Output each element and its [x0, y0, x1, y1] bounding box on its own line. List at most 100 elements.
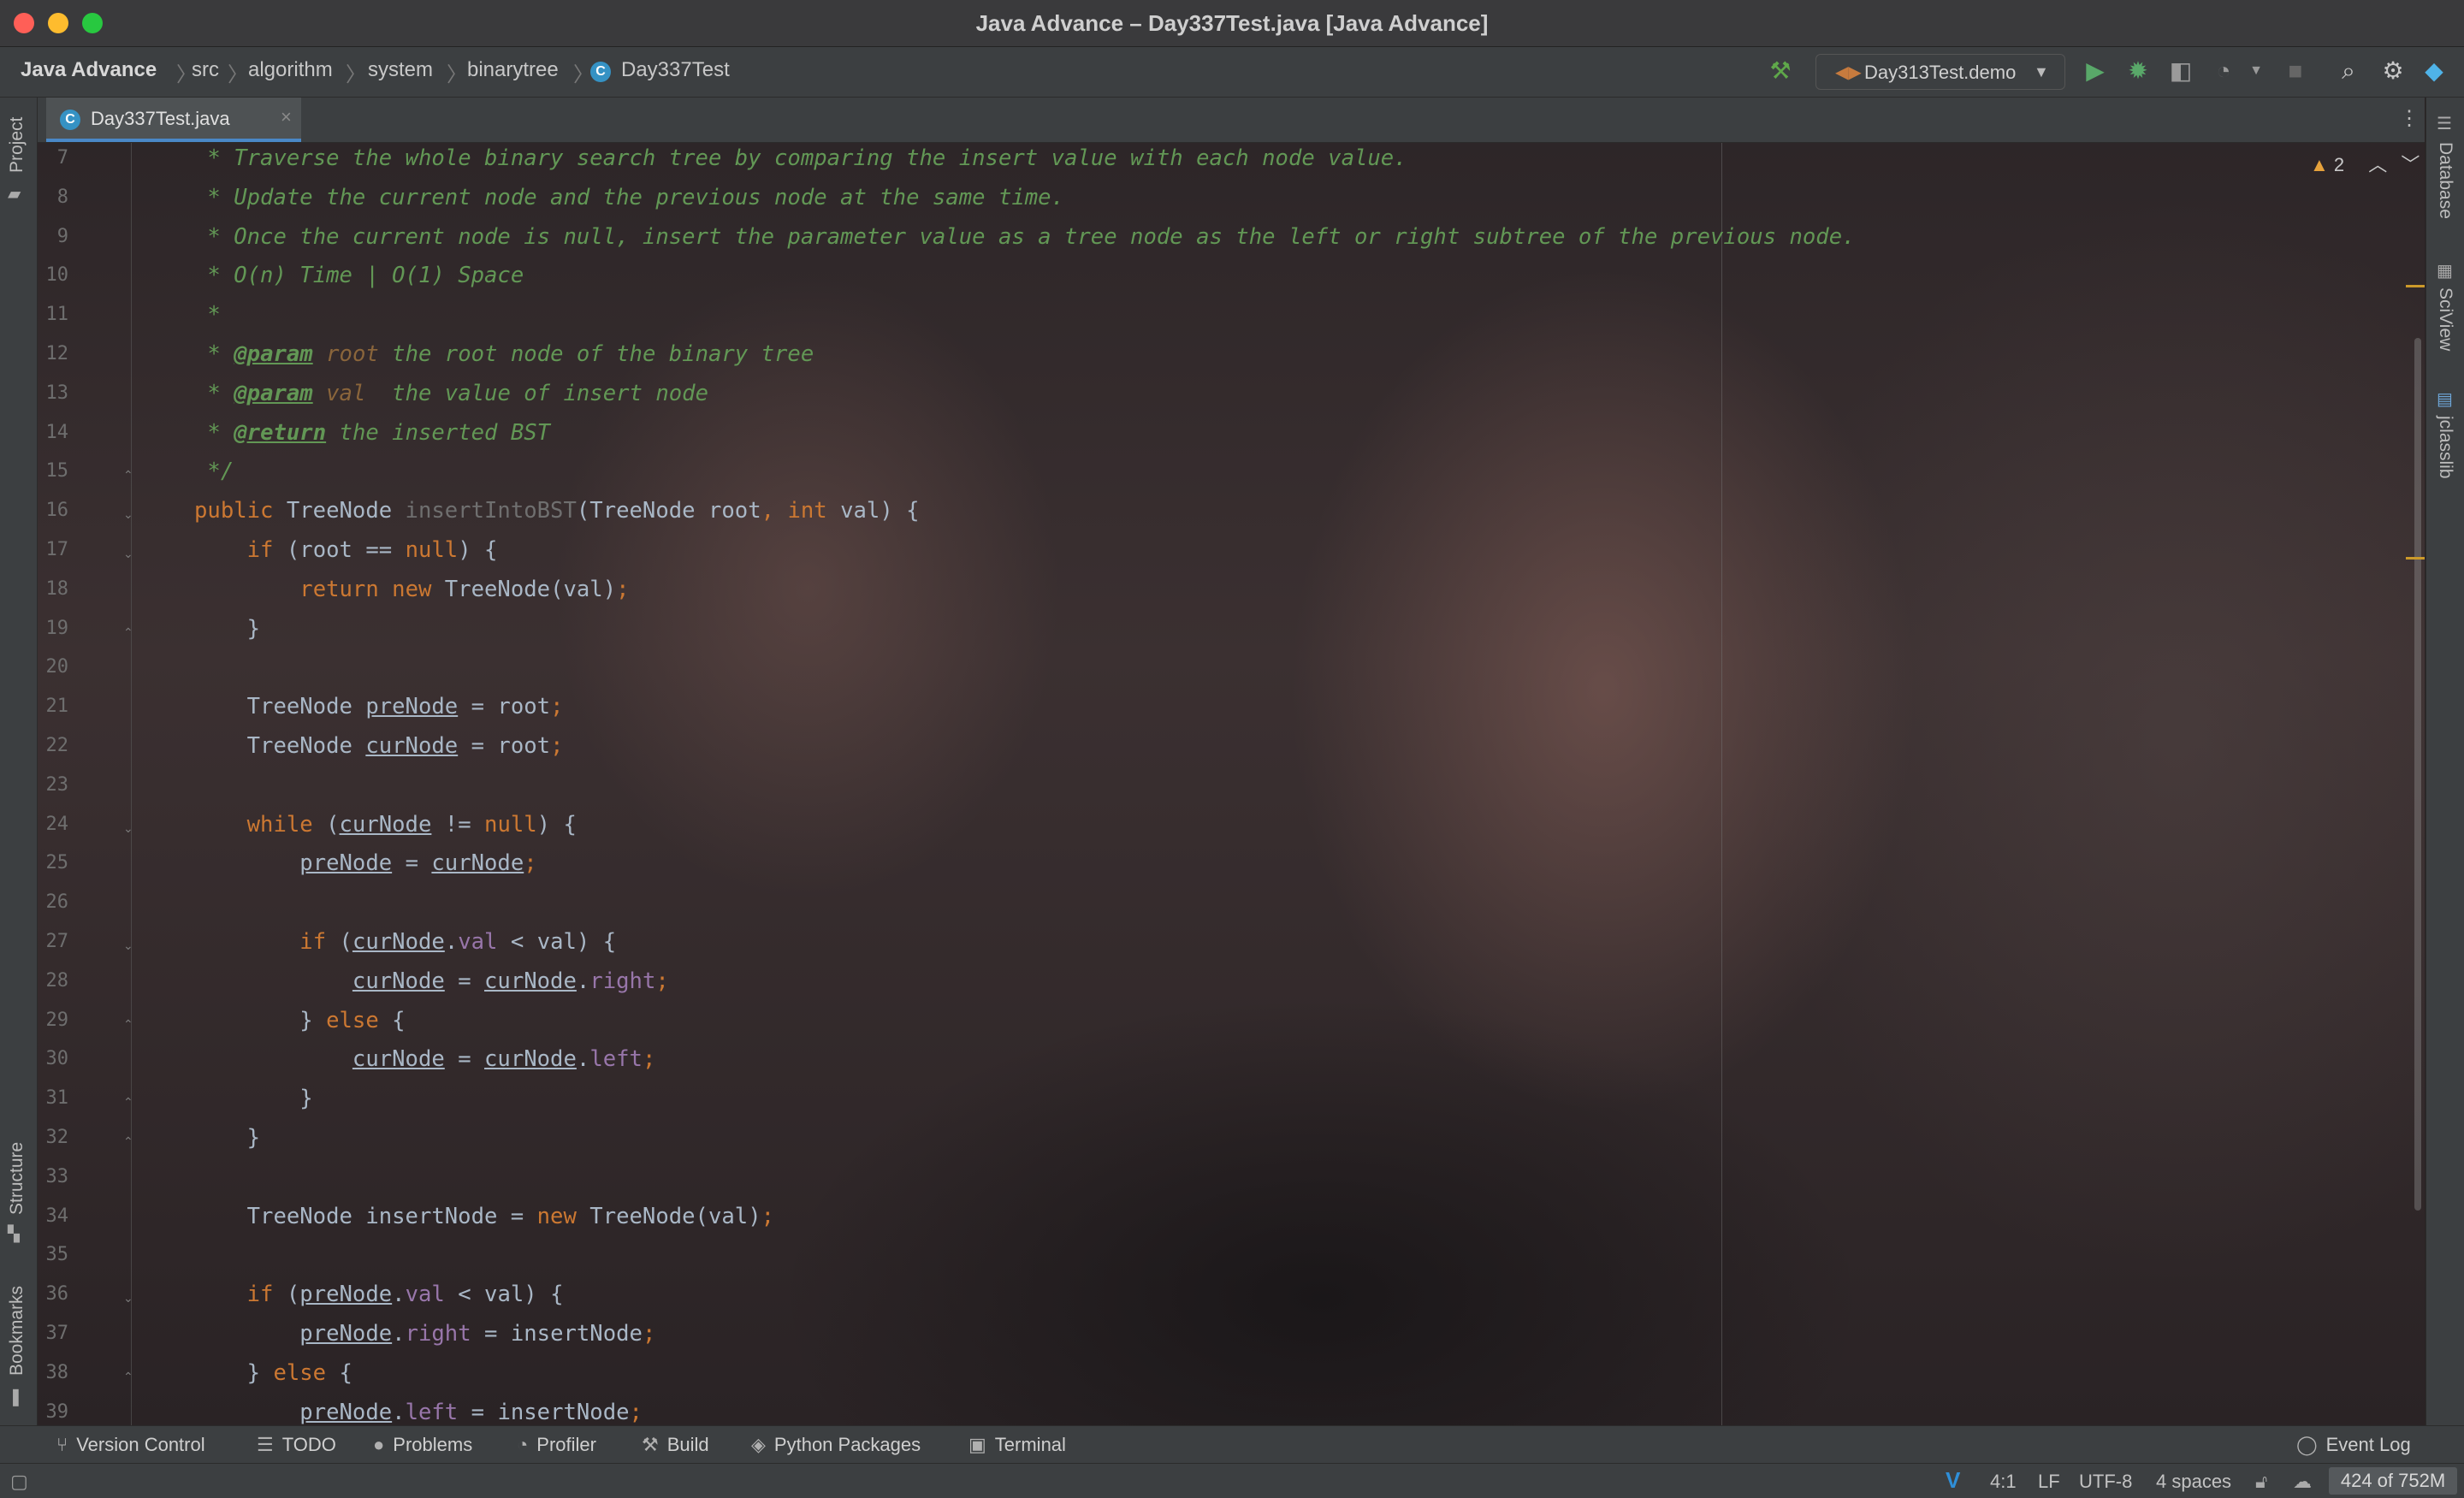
line-number[interactable]: 39	[38, 1401, 69, 1423]
line-number[interactable]: 37	[38, 1323, 69, 1344]
code-line[interactable]: 33	[38, 1163, 2348, 1199]
code-line[interactable]: 38 ⌃ } else {	[38, 1359, 2348, 1394]
code-line[interactable]: 32 ⌃ }	[38, 1123, 2348, 1159]
fold-marker-icon[interactable]: ⌄	[123, 508, 137, 520]
cloud-settings-icon[interactable]: ☁	[2293, 1471, 2312, 1493]
code-editor[interactable]: ▲ 2 ︿ ﹀ 7 * Traverse the whole binary se…	[38, 143, 2425, 1425]
fold-marker-icon[interactable]: ⌄	[123, 548, 137, 560]
profiler-tab[interactable]: ◔ Profiler	[517, 1434, 596, 1456]
line-number[interactable]: 21	[38, 696, 69, 717]
run-icon[interactable]: ▶	[2081, 57, 2110, 85]
code-line[interactable]: 25 preNode = curNode;	[38, 849, 2348, 885]
code-line[interactable]: 27 ⌄ if (curNode.val < val) {	[38, 927, 2348, 963]
line-number[interactable]: 16	[38, 500, 69, 521]
caret-position[interactable]: 4:1	[1990, 1471, 2017, 1493]
code-line[interactable]: 24 ⌄ while (curNode != null) {	[38, 810, 2348, 846]
line-number[interactable]: 34	[38, 1205, 69, 1227]
line-number[interactable]: 36	[38, 1283, 69, 1305]
code-line[interactable]: 34 TreeNode insertNode = new TreeNode(va…	[38, 1202, 2348, 1238]
terminal-tab[interactable]: ▣ Terminal	[968, 1434, 1066, 1456]
code-line[interactable]: 11 *	[38, 300, 2348, 336]
line-number[interactable]: 18	[38, 578, 69, 600]
line-separator[interactable]: LF	[2038, 1471, 2060, 1493]
lock-icon[interactable]: 🔓︎	[2255, 1471, 2267, 1493]
code-line[interactable]: 12 * @param root the root node of the bi…	[38, 340, 2348, 376]
line-number[interactable]: 9	[38, 226, 68, 247]
code-line[interactable]: 28 curNode = curNode.right;	[38, 967, 2348, 1003]
code-line[interactable]: 16 ⌄ public TreeNode insertIntoBST(TreeNod…	[38, 496, 2348, 532]
line-number[interactable]: 17	[38, 539, 69, 560]
project-tool-button[interactable]: Project	[7, 117, 27, 173]
line-number[interactable]: 8	[38, 187, 68, 208]
vim-icon[interactable]: V	[1946, 1467, 1960, 1494]
line-number[interactable]: 30	[38, 1048, 69, 1069]
line-number[interactable]: 26	[38, 891, 69, 913]
file-encoding[interactable]: UTF-8	[2079, 1471, 2132, 1493]
line-number[interactable]: 20	[38, 656, 69, 678]
build-hammer-icon[interactable]: ⚒	[1766, 57, 1795, 85]
code-line[interactable]: 23	[38, 771, 2348, 807]
line-number[interactable]: 33	[38, 1166, 69, 1187]
code-line[interactable]: 22 TreeNode curNode = root;	[38, 731, 2348, 767]
todo-tab[interactable]: ☰ TODO	[257, 1434, 336, 1456]
line-number[interactable]: 14	[38, 422, 69, 443]
line-number[interactable]: 24	[38, 814, 69, 835]
code-line[interactable]: 36 ⌄ if (preNode.val < val) {	[38, 1280, 2348, 1316]
line-number[interactable]: 10	[38, 264, 69, 286]
memory-indicator[interactable]: 424 of 752M	[2329, 1467, 2457, 1495]
code-line[interactable]: 39 preNode.left = insertNode;	[38, 1398, 2348, 1425]
code-line[interactable]: 19 ⌃ }	[38, 614, 2348, 650]
fold-marker-icon[interactable]: ⌄	[123, 822, 137, 834]
line-number[interactable]: 28	[38, 970, 69, 992]
line-number[interactable]: 7	[38, 147, 68, 169]
editor-scrollbar[interactable]	[2414, 338, 2421, 1211]
python-packages-tab[interactable]: ◈ Python Packages	[751, 1434, 921, 1456]
fold-marker-icon[interactable]: ⌃	[123, 1135, 137, 1147]
more-options-icon[interactable]: ⋮	[2399, 106, 2420, 131]
breadcrumb-project[interactable]: Java Advance	[21, 58, 157, 82]
code-line[interactable]: 29 ⌃ } else {	[38, 1006, 2348, 1042]
breadcrumb-binarytree[interactable]: binarytree	[467, 58, 559, 82]
code-line[interactable]: 26	[38, 888, 2348, 924]
breadcrumb-algorithm[interactable]: algorithm	[248, 58, 333, 82]
line-number[interactable]: 38	[38, 1362, 69, 1383]
sciview-tool-button[interactable]: SciView	[2435, 287, 2455, 351]
chevron-down-icon[interactable]: ﹀	[2401, 154, 2420, 175]
plugin-icon[interactable]: ◆	[2420, 57, 2449, 85]
fold-marker-icon[interactable]: ⌃	[123, 1371, 137, 1383]
code-line[interactable]: 18 return new TreeNode(val);	[38, 575, 2348, 611]
code-line[interactable]: 30 curNode = curNode.left;	[38, 1045, 2348, 1081]
chevron-down-icon[interactable]: ▼	[2242, 57, 2271, 85]
breadcrumb-src[interactable]: src	[192, 58, 219, 82]
line-number[interactable]: 35	[38, 1244, 69, 1265]
fold-marker-icon[interactable]: ⌃	[123, 626, 137, 638]
chevron-up-icon[interactable]: ︿	[2368, 154, 2387, 175]
bookmarks-tool-button[interactable]: Bookmarks	[7, 1286, 27, 1376]
warning-stripe-marker[interactable]	[2406, 557, 2425, 560]
build-tab[interactable]: ⚒ Build	[642, 1434, 709, 1456]
code-line[interactable]: 15 ⌃ */	[38, 457, 2348, 493]
event-log-tab[interactable]: ◯ Event Log	[2296, 1434, 2411, 1456]
line-number[interactable]: 11	[38, 304, 69, 325]
jclasslib-tool-button[interactable]: jclasslib	[2435, 416, 2455, 479]
indent-setting[interactable]: 4 spaces	[2156, 1471, 2231, 1493]
fold-marker-icon[interactable]: ⌄	[123, 939, 137, 951]
code-line[interactable]: 8 * Update the current node and the prev…	[38, 183, 2348, 219]
warning-stripe-marker[interactable]	[2406, 285, 2425, 287]
code-line[interactable]: 37 preNode.right = insertNode;	[38, 1319, 2348, 1355]
structure-tool-button[interactable]: Structure	[7, 1142, 27, 1215]
code-line[interactable]: 7 * Traverse the whole binary search tre…	[38, 144, 2348, 180]
version-control-tab[interactable]: ⑂ Version Control	[56, 1434, 205, 1456]
fold-marker-icon[interactable]: ⌃	[123, 469, 137, 481]
line-number[interactable]: 19	[38, 618, 69, 639]
problems-tab[interactable]: ● Problems	[373, 1434, 472, 1456]
profile-icon[interactable]: ◔	[2209, 57, 2238, 85]
line-number[interactable]: 29	[38, 1010, 69, 1031]
search-icon[interactable]: ⌕	[2334, 57, 2363, 85]
line-number[interactable]: 12	[38, 343, 69, 364]
code-line[interactable]: 31 ⌃ }	[38, 1084, 2348, 1120]
settings-icon[interactable]: ⚙	[2378, 57, 2408, 85]
code-line[interactable]: 14 * @return the inserted BST	[38, 418, 2348, 454]
breadcrumb-class[interactable]: Day337Test	[621, 58, 730, 82]
panel-toggle-icon[interactable]: ▢	[10, 1471, 28, 1493]
